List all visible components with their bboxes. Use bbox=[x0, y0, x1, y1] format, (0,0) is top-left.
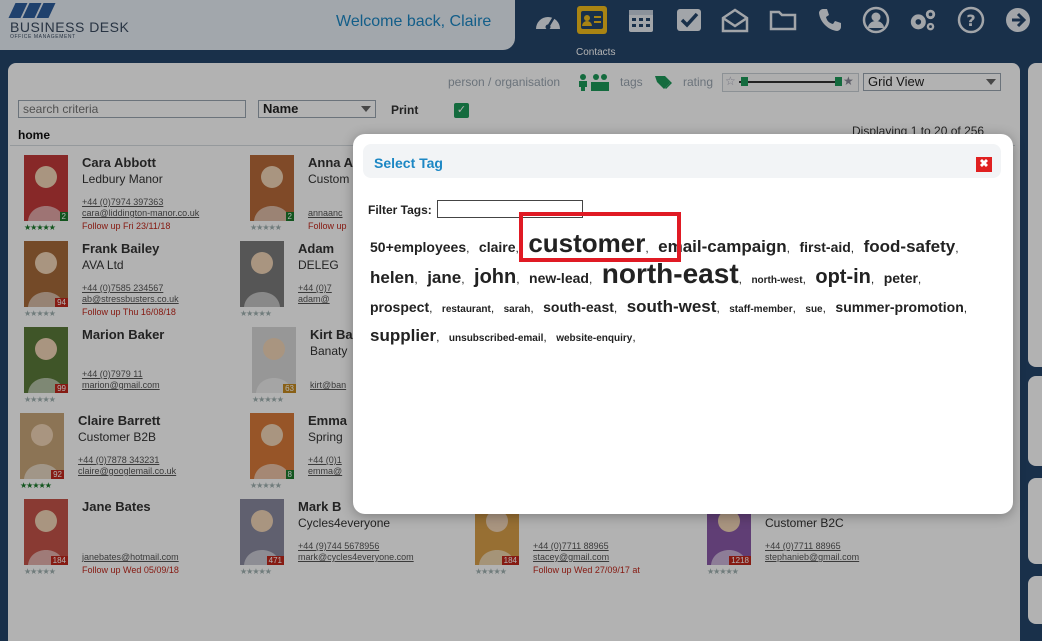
tag-separator: , bbox=[955, 241, 959, 255]
tag-separator: , bbox=[530, 301, 534, 315]
tag-separator: , bbox=[738, 272, 742, 286]
tag-separator: , bbox=[613, 301, 618, 315]
tag-separator: , bbox=[466, 241, 470, 255]
tag-staff-member[interactable]: staff-member bbox=[729, 304, 792, 315]
tag-sue[interactable]: sue bbox=[805, 304, 822, 315]
tag-cloud: 50+employees, claire, customer, email-ca… bbox=[370, 230, 998, 352]
tag-restaurant[interactable]: restaurant bbox=[442, 304, 491, 315]
tag-separator: , bbox=[414, 272, 418, 286]
tag-new-lead[interactable]: new-lead bbox=[529, 270, 589, 286]
tag-separator: , bbox=[516, 272, 520, 286]
tag-jane[interactable]: jane bbox=[427, 268, 461, 287]
filter-tags-label: Filter Tags: bbox=[368, 203, 432, 217]
tag-separator: , bbox=[963, 301, 968, 315]
tag-north-east[interactable]: north-east bbox=[602, 258, 739, 289]
tag-separator: , bbox=[850, 241, 855, 255]
tag-50+employees[interactable]: 50+employees bbox=[370, 239, 466, 255]
tag-separator: , bbox=[490, 301, 495, 315]
tag-south-east[interactable]: south-east bbox=[543, 299, 614, 315]
tag-first-aid[interactable]: first-aid bbox=[799, 239, 850, 255]
tag-separator: , bbox=[792, 301, 796, 315]
tag-summer-promotion[interactable]: summer-promotion bbox=[835, 299, 963, 315]
tag-claire[interactable]: claire bbox=[479, 239, 516, 255]
tag-separator: , bbox=[917, 272, 922, 286]
tag-north-west[interactable]: north-west bbox=[751, 275, 802, 286]
tag-separator: , bbox=[870, 272, 875, 286]
tag-john[interactable]: john bbox=[474, 266, 516, 288]
tag-separator: , bbox=[786, 241, 790, 255]
tag-prospect[interactable]: prospect bbox=[370, 299, 429, 315]
tag-separator: , bbox=[802, 272, 806, 286]
tag-separator: , bbox=[716, 301, 720, 315]
tag-separator: , bbox=[543, 330, 547, 344]
close-icon[interactable]: ✖ bbox=[976, 157, 992, 172]
tag-peter[interactable]: peter bbox=[884, 270, 918, 286]
tag-separator: , bbox=[461, 272, 465, 286]
tag-separator: , bbox=[632, 330, 636, 344]
tag-south-west[interactable]: south-west bbox=[627, 297, 717, 316]
tag-unsubscribed-email[interactable]: unsubscribed-email bbox=[449, 333, 543, 344]
tag-separator: , bbox=[588, 272, 593, 286]
dialog-header: Select Tag ✖ bbox=[363, 144, 1001, 178]
dialog-title: Select Tag bbox=[374, 155, 443, 171]
tag-separator: , bbox=[429, 301, 433, 315]
highlight-box bbox=[519, 212, 681, 262]
tag-sarah[interactable]: sarah bbox=[504, 304, 531, 315]
tag-separator: , bbox=[436, 330, 440, 344]
tag-opt-in[interactable]: opt-in bbox=[815, 266, 871, 288]
tag-food-safety[interactable]: food-safety bbox=[864, 237, 956, 256]
tag-separator: , bbox=[822, 301, 826, 315]
select-tag-dialog: Select Tag ✖ Filter Tags: 50+employees, … bbox=[353, 134, 1013, 514]
tag-website-enquiry[interactable]: website-enquiry bbox=[556, 333, 632, 344]
tag-helen[interactable]: helen bbox=[370, 268, 414, 287]
tag-supplier[interactable]: supplier bbox=[370, 326, 436, 345]
